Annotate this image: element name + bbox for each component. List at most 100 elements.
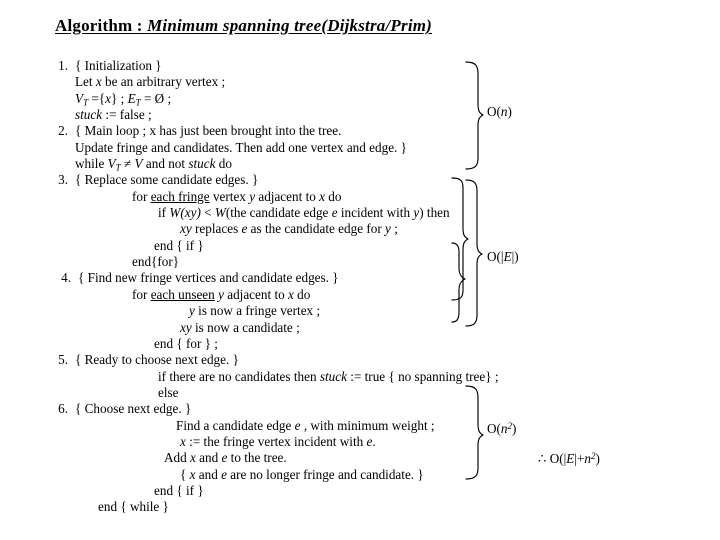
step-3-line-5: end { if } — [154, 237, 204, 253]
add-kw: Add — [164, 450, 191, 466]
step-1-line-2: Let x be an arbitrary vertex ; — [46, 74, 466, 90]
assign-fringe-vertex: := the fringe vertex incident with — [185, 433, 367, 449]
step-3-line-2: for each fringe vertex y adjacent to x d… — [46, 189, 466, 205]
if-kw: if — [158, 205, 170, 221]
let-prefix: Let — [75, 74, 96, 90]
min-weight: , with minimum weight ; — [300, 417, 435, 433]
var-E: E — [503, 249, 512, 264]
o-open: O( — [487, 104, 501, 119]
to-tree: to the tree. — [227, 450, 287, 466]
step-6-line-4: Add x and e to the tree. — [46, 450, 466, 466]
for-kw: for — [132, 286, 151, 302]
then-kw: ) then — [419, 205, 450, 221]
step-1-text: { Initialization } — [75, 58, 162, 73]
brace-oe-icon — [465, 179, 483, 327]
var-n: n — [500, 104, 508, 119]
step-6-line-2: Find a candidate edge e , with minimum w… — [46, 418, 466, 434]
step-1-line-1: 1. { Initialization } — [46, 58, 466, 74]
while-kw: while — [75, 156, 108, 172]
complexity-label-on2: O(n2) — [487, 421, 516, 437]
step-5-line-1: 5. { Ready to choose next edge. } — [46, 352, 466, 368]
step-1-number: 1. — [58, 58, 68, 73]
step-3-line-4: xy replaces e as the candidate edge for … — [46, 221, 466, 237]
step-6-line-6: end { if } — [154, 482, 204, 498]
var-y: y — [214, 286, 224, 302]
step-4-text: { Find new fringe vertices and candidate… — [78, 270, 339, 286]
weight-xy: W(xy) — [169, 205, 201, 221]
is-candidate: is now a candidate ; — [191, 319, 300, 335]
brace-on-icon — [465, 61, 484, 170]
less-than: < — [200, 205, 215, 221]
step-6-line-3: x := the fringe vertex incident with e. — [46, 434, 466, 450]
o-open: O( — [487, 421, 501, 436]
var-V: V — [134, 156, 143, 172]
and-kw: and — [195, 466, 222, 482]
step-4-number: 4. — [61, 270, 71, 286]
step-6-line-5: { x and e are no longer fringe and candi… — [46, 467, 466, 483]
step-6-line-1: 6. { Choose next edge. } — [46, 401, 466, 417]
weight-fn: W — [214, 205, 226, 221]
as-candidate-edge: as the candidate edge for — [247, 221, 386, 237]
assign-true: := true { no spanning tree} ; — [346, 368, 499, 384]
adjacent-to: adjacent to — [223, 286, 288, 302]
semicolon: ; — [390, 221, 398, 237]
step-4-line-1: 4. { Find new fringe vertices and candida… — [46, 270, 466, 286]
title-emphasis: Minimum spanning tree(Dijkstra/Prim) — [147, 16, 433, 35]
step-6-text: { Choose next edge. } — [75, 401, 192, 417]
set-close: } ; — [111, 90, 128, 106]
therefore-icon: ∴ — [538, 451, 550, 466]
incident-with: incident with — [337, 205, 414, 221]
replaces-kw: replaces — [191, 221, 242, 237]
var-V: V — [75, 90, 84, 106]
step-5-number: 5. — [58, 352, 68, 368]
end-while-line: end { while } — [98, 499, 169, 515]
adjacent-to: adjacent to — [255, 188, 320, 204]
algorithm-body: 1. { Initialization } Let x be an arbitra… — [46, 58, 499, 516]
step-4-line-4: xy is now a candidate ; — [46, 320, 466, 336]
step-3-number: 3. — [58, 172, 68, 188]
empty-set: = Ø ; — [140, 90, 172, 106]
step-4-line-2: for each unseen y adjacent to x do — [46, 287, 466, 303]
o-close: ) — [507, 104, 512, 119]
step-3-line-3: if W(xy) < W(the candidate edge e incide… — [46, 205, 466, 221]
var-stuck: stuck — [319, 368, 347, 384]
is-fringe-vertex: is now a fringe vertex ; — [194, 303, 321, 319]
o-close: |) — [511, 249, 519, 264]
comment-open: { — [180, 466, 190, 482]
o-close: ) — [512, 421, 517, 436]
var-xy: xy — [180, 319, 192, 335]
step-5-line-3: else — [158, 384, 179, 400]
var-n: n — [500, 421, 508, 436]
do-kw: do — [293, 286, 311, 302]
complexity-label-on: O(n) — [487, 104, 512, 120]
step-1-line-3: VT ={x} ; ET = Ø ; — [46, 90, 466, 108]
step-2-line-2: Update fringe and candidates. Then add o… — [75, 139, 407, 155]
plus-sign: |+ — [574, 451, 585, 466]
step-5-text: { Ready to choose next edge. } — [75, 352, 239, 368]
step-4-line-5: end { for } ; — [154, 335, 218, 351]
find-candidate-edge: Find a candidate edge — [176, 417, 295, 433]
step-2-line-3: while VT ≠ V and not stuck do — [46, 156, 466, 173]
step-2-line-1: 2. { Main loop ; x has just been brought … — [46, 123, 466, 139]
each-fringe-underlined: each fringe — [150, 188, 210, 204]
do-kw: do — [215, 156, 232, 172]
o-open: O(| — [549, 451, 567, 466]
o-close: ) — [595, 451, 600, 466]
period: . — [372, 433, 376, 449]
title-plain: Algorithm : — [55, 16, 148, 35]
step-4-line-3: y is now a fringe vertex ; — [46, 303, 466, 319]
and-kw: and — [195, 450, 222, 466]
var-n: n — [584, 451, 591, 466]
step-3-line-1: 3. { Replace some candidate edges. } — [46, 172, 466, 188]
step-3-line-6: end{for} — [132, 254, 180, 270]
step-2-text: { Main loop ; x has just been brought in… — [75, 123, 342, 139]
if-no-candidates: if there are no candidates then — [158, 368, 320, 384]
step-3-text: { Replace some candidate edges. } — [75, 172, 259, 188]
step-6-number: 6. — [58, 401, 68, 417]
do-kw: do — [324, 188, 342, 204]
step-5-line-2: if there are no candidates then stuck :=… — [46, 368, 499, 385]
var-E: E — [127, 90, 136, 106]
slide-canvas: Algorithm : Minimum spanning tree(Dijkst… — [0, 0, 720, 540]
page-title: Algorithm : Minimum spanning tree(Dijkst… — [55, 16, 432, 36]
comment-close: are no longer fringe and candidate. } — [227, 466, 424, 482]
